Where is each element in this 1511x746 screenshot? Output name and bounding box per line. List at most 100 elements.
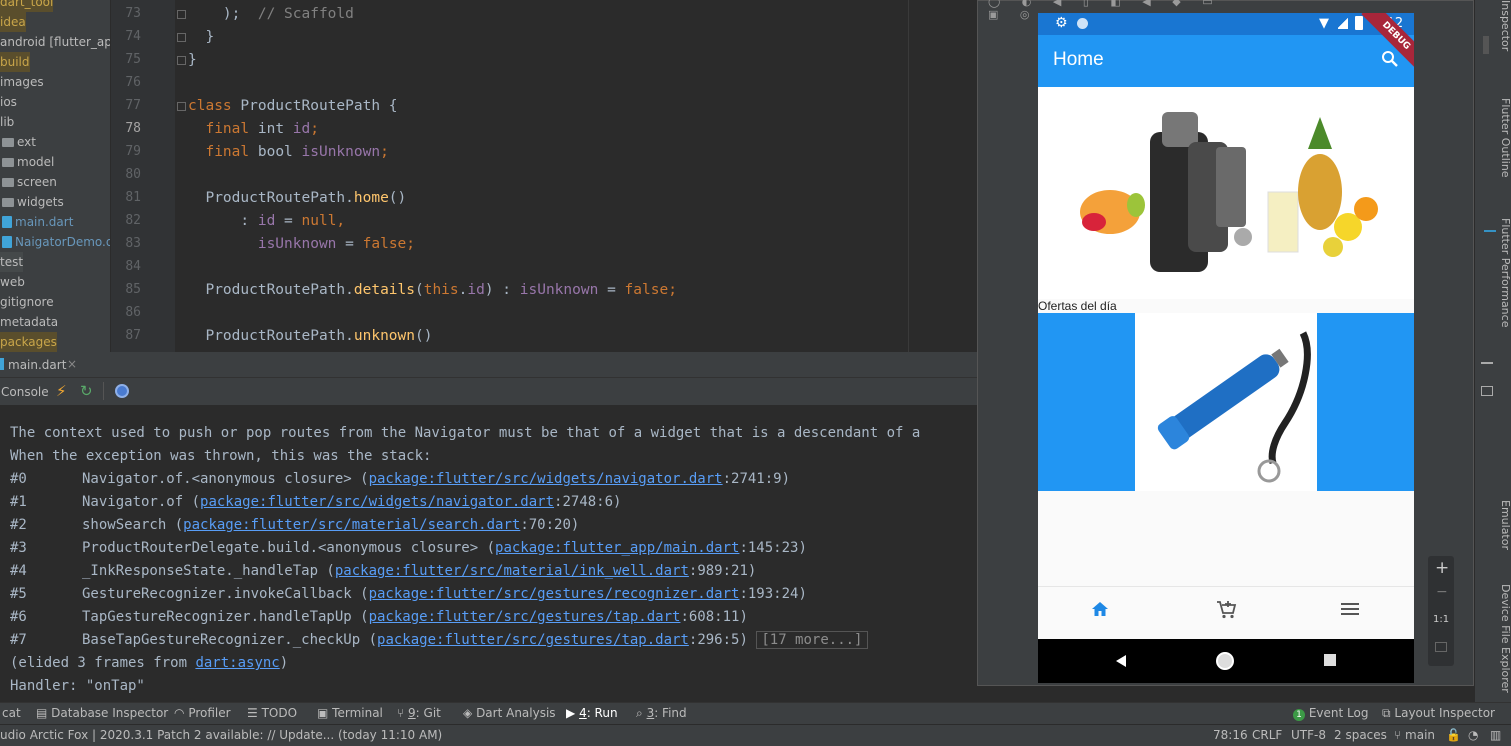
stack-frame: #7 BaseTapGestureRecognizer._checkUp (pac… — [10, 631, 868, 649]
fold-icon[interactable] — [177, 56, 186, 65]
add-cart-nav-icon[interactable] — [1215, 598, 1237, 620]
frame-name: showSearch ( — [82, 517, 184, 533]
tree-item[interactable]: model — [0, 152, 54, 172]
recents-button-icon[interactable] — [1324, 654, 1336, 666]
battery-icon — [1355, 16, 1363, 30]
hot-restart-icon[interactable]: ↻ — [80, 382, 93, 400]
frame-position: :193:24) — [739, 586, 807, 602]
file-encoding[interactable]: UTF-8 — [1291, 728, 1326, 742]
project-tree[interactable]: dart_toolidea android [flutter_app_build i… — [0, 0, 111, 352]
tree-item[interactable]: android [flutter_app_ — [0, 32, 110, 52]
tool-profiler[interactable]: ◠ Profiler — [174, 706, 231, 720]
tool-layout-inspector[interactable]: ⧉ Layout Inspector — [1382, 706, 1495, 721]
fit-screen-icon[interactable] — [1435, 642, 1447, 652]
fold-icon[interactable] — [177, 33, 186, 42]
tree-item[interactable]: dart_tool — [0, 0, 54, 12]
tool-find[interactable]: ⌕ 3: Find — [636, 706, 687, 721]
right-tool-strip: Inspector Flutter Outline Flutter Perfor… — [1474, 0, 1511, 702]
tool-tab-flutter-outline[interactable]: Flutter Outline — [1499, 98, 1511, 178]
line-separator[interactable]: CRLF — [1252, 728, 1282, 742]
source-link[interactable]: package:flutter/src/material/search.dart — [183, 517, 520, 533]
tree-item-label: lib — [0, 115, 15, 129]
tool-tab-inspector[interactable]: Inspector — [1499, 0, 1511, 51]
tree-item[interactable]: ios — [0, 92, 17, 112]
tree-item[interactable]: web — [0, 272, 25, 292]
menu-nav-icon[interactable] — [1341, 601, 1359, 617]
git-branch[interactable]: ⑂ main — [1394, 728, 1435, 742]
tab-console[interactable]: Console — [1, 385, 49, 399]
expand-frames-button[interactable]: [17 more...] — [756, 631, 868, 649]
tree-item[interactable]: NaigatorDemo.dart — [0, 232, 110, 252]
product-card[interactable] — [1038, 313, 1414, 491]
back-button-icon[interactable] — [1114, 653, 1128, 667]
caret-position[interactable]: 78:16 — [1213, 728, 1248, 742]
search-icon[interactable] — [1381, 50, 1399, 68]
tool-mnemonic: 4 — [579, 706, 587, 720]
fold-icon[interactable] — [177, 10, 186, 19]
tree-item[interactable]: lib — [0, 112, 14, 132]
tree-item[interactable]: widgets — [0, 192, 64, 212]
zoom-out-button[interactable]: − — [1436, 584, 1448, 600]
frame-number: #3 — [10, 540, 27, 556]
console-text: ) — [279, 655, 289, 671]
line-number: 78 — [125, 121, 141, 136]
home-nav-icon[interactable] — [1090, 599, 1110, 619]
tool-database-inspector[interactable]: ▤ Database Inspector — [36, 706, 168, 720]
source-link[interactable]: package:flutter/src/gestures/tap.dart — [369, 609, 681, 625]
source-link[interactable]: package:flutter/src/gestures/tap.dart — [377, 632, 689, 648]
tool-event-log[interactable]: 1 Event Log — [1293, 706, 1368, 721]
tab-main-dart[interactable]: main.dart × — [0, 355, 88, 375]
home-button-icon[interactable] — [1216, 652, 1234, 670]
lock-icon[interactable]: 🔓 — [1446, 728, 1461, 742]
zoom-in-button[interactable]: + — [1435, 558, 1449, 578]
memory-icon[interactable]: ▥ — [1490, 728, 1501, 742]
source-link[interactable]: package:flutter/src/material/ink_well.da… — [335, 563, 689, 579]
tool-run[interactable]: ▶ 4: Run — [566, 706, 618, 720]
tree-item[interactable]: gitignore — [0, 292, 54, 312]
tool-tab-emulator[interactable]: Emulator — [1499, 500, 1511, 550]
tool-logcat[interactable]: cat — [2, 706, 21, 720]
banner-image[interactable] — [1038, 87, 1414, 299]
source-link[interactable]: package:flutter/src/gestures/recognizer.… — [369, 586, 740, 602]
tree-item-label: build — [0, 55, 30, 69]
tool-tab-device-file-explorer[interactable]: Device File Explorer — [1499, 584, 1511, 693]
source-link[interactable]: package:flutter/src/widgets/navigator.da… — [200, 494, 554, 510]
status-message[interactable]: udio Arctic Fox | 2020.3.1 Patch 2 avail… — [0, 728, 442, 742]
product-image[interactable] — [1135, 313, 1317, 491]
source-link[interactable]: dart:async — [195, 655, 279, 671]
code-line-78: final int id; — [205, 121, 319, 137]
tree-item[interactable]: metadata — [0, 312, 58, 332]
minimize-icon[interactable] — [1481, 362, 1493, 364]
tool-terminal[interactable]: ▣ Terminal — [317, 706, 383, 720]
close-tab-icon[interactable]: × — [67, 357, 77, 371]
tree-item[interactable]: images — [0, 72, 44, 92]
run-console[interactable]: The context used to push or pop routes f… — [0, 406, 977, 702]
devtools-icon[interactable] — [115, 384, 129, 398]
scrollbar-thumb[interactable] — [1483, 36, 1489, 54]
tree-item[interactable]: ext — [0, 132, 36, 152]
tree-item[interactable]: idea — [0, 12, 26, 32]
tree-item[interactable]: test — [0, 252, 24, 272]
indent-setting[interactable]: 2 spaces — [1334, 728, 1387, 742]
fold-icon[interactable] — [177, 102, 186, 111]
frame-name: GestureRecognizer.invokeCallback ( — [82, 586, 369, 602]
phone-screen[interactable]: ⚙ ▼ 5:12 DEBUG Home — [1038, 13, 1414, 683]
code-editor[interactable]: ); // Scaffold } } class ProductRoutePat… — [175, 0, 977, 352]
tool-tab-flutter-performance[interactable]: Flutter Performance — [1499, 218, 1511, 327]
line-number: 87 — [125, 328, 141, 343]
layout-icon[interactable] — [1481, 386, 1493, 396]
tree-item[interactable]: screen — [0, 172, 57, 192]
inspection-icon[interactable]: ◔ — [1468, 728, 1478, 742]
tree-item[interactable]: build — [0, 52, 30, 72]
emulator-toolbar-icons[interactable]: ◯ ◐ ◀ ▯ ◧ ◀ ◆ ▭ ▣ ◎ — [988, 0, 1228, 21]
tool-git[interactable]: ⑂ 9: Git — [397, 706, 441, 720]
source-link[interactable]: package:flutter_app/main.dart — [495, 540, 739, 556]
tool-dart-analysis[interactable]: ◈ Dart Analysis — [463, 706, 556, 720]
tree-item[interactable]: main.dart — [0, 212, 73, 232]
source-link[interactable]: package:flutter/src/widgets/navigator.da… — [369, 471, 723, 487]
terminal-icon: ▣ — [317, 706, 329, 720]
tree-item[interactable]: packages — [0, 332, 57, 352]
tool-todo[interactable]: ☰ TODO — [247, 706, 297, 720]
hot-reload-icon[interactable]: ⚡ — [56, 382, 67, 400]
zoom-reset-button[interactable]: 1:1 — [1433, 614, 1449, 625]
